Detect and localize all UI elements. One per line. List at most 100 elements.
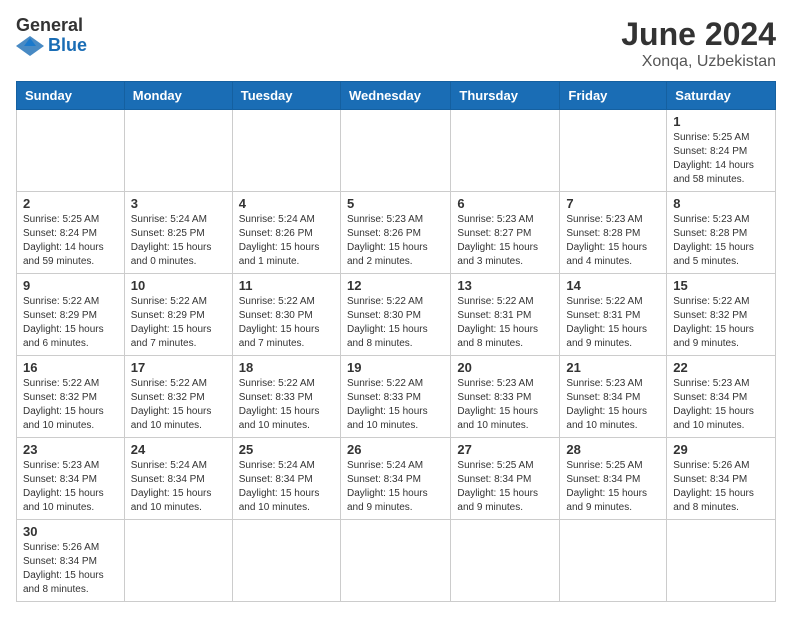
table-row: 13 Sunrise: 5:22 AM Sunset: 8:31 PM Dayli… xyxy=(451,274,560,356)
table-row: 9Sunrise: 5:22 AM Sunset: 8:29 PM Daylig… xyxy=(17,274,125,356)
day-info: Sunrise: 5:23 AM Sunset: 8:26 PM Dayligh… xyxy=(347,213,444,269)
day-info: Sunrise: 5:25 AM Sunset: 8:24 PM Dayligh… xyxy=(673,131,769,187)
calendar-week-row: 23 Sunrise: 5:23 AM Sunset: 8:34 PM Dayli… xyxy=(17,438,776,520)
day-info: Sunrise: 5:24 AM Sunset: 8:34 PM Dayligh… xyxy=(239,459,334,515)
day-number: 20 xyxy=(457,360,553,375)
table-row: 24Sunrise: 5:24 AM Sunset: 8:34 PM Dayli… xyxy=(124,438,232,520)
day-number: 28 xyxy=(566,442,660,457)
table-row: 8 Sunrise: 5:23 AM Sunset: 8:28 PM Daylig… xyxy=(667,192,776,274)
table-row: 16 Sunrise: 5:22 AM Sunset: 8:32 PM Dayli… xyxy=(17,356,125,438)
day-number: 2 xyxy=(23,196,118,211)
table-row xyxy=(560,110,667,192)
table-row: 11 Sunrise: 5:22 AM Sunset: 8:30 PM Dayli… xyxy=(232,274,340,356)
table-row xyxy=(340,520,450,602)
day-info: Sunrise: 5:25 AM Sunset: 8:34 PM Dayligh… xyxy=(457,459,553,515)
day-number: 21 xyxy=(566,360,660,375)
day-number: 23 xyxy=(23,442,118,457)
day-info: Sunrise: 5:22 AM Sunset: 8:30 PM Dayligh… xyxy=(239,295,334,351)
table-row: 30 Sunrise: 5:26 AM Sunset: 8:34 PM Dayli… xyxy=(17,520,125,602)
table-row: 15 Sunrise: 5:22 AM Sunset: 8:32 PM Dayli… xyxy=(667,274,776,356)
table-row: 22 Sunrise: 5:23 AM Sunset: 8:34 PM Dayli… xyxy=(667,356,776,438)
col-wednesday: Wednesday xyxy=(340,82,450,110)
table-row: 7Sunrise: 5:23 AM Sunset: 8:28 PM Daylig… xyxy=(560,192,667,274)
table-row: 23 Sunrise: 5:23 AM Sunset: 8:34 PM Dayli… xyxy=(17,438,125,520)
calendar-header-row: Sunday Monday Tuesday Wednesday Thursday… xyxy=(17,82,776,110)
day-number: 15 xyxy=(673,278,769,293)
day-info: Sunrise: 5:24 AM Sunset: 8:25 PM Dayligh… xyxy=(131,213,226,269)
table-row xyxy=(560,520,667,602)
table-row xyxy=(667,520,776,602)
day-number: 11 xyxy=(239,278,334,293)
col-sunday: Sunday xyxy=(17,82,125,110)
day-number: 8 xyxy=(673,196,769,211)
day-info: Sunrise: 5:23 AM Sunset: 8:28 PM Dayligh… xyxy=(673,213,769,269)
table-row: 19 Sunrise: 5:22 AM Sunset: 8:33 PM Dayli… xyxy=(340,356,450,438)
day-number: 17 xyxy=(131,360,226,375)
day-info: Sunrise: 5:26 AM Sunset: 8:34 PM Dayligh… xyxy=(23,541,118,597)
table-row: 2 Sunrise: 5:25 AM Sunset: 8:24 PM Daylig… xyxy=(17,192,125,274)
calendar-week-row: 30 Sunrise: 5:26 AM Sunset: 8:34 PM Dayli… xyxy=(17,520,776,602)
day-number: 22 xyxy=(673,360,769,375)
table-row: 27 Sunrise: 5:25 AM Sunset: 8:34 PM Dayli… xyxy=(451,438,560,520)
day-number: 19 xyxy=(347,360,444,375)
table-row: 4 Sunrise: 5:24 AM Sunset: 8:26 PM Daylig… xyxy=(232,192,340,274)
day-number: 18 xyxy=(239,360,334,375)
table-row: 28Sunrise: 5:25 AM Sunset: 8:34 PM Dayli… xyxy=(560,438,667,520)
table-row: 14Sunrise: 5:22 AM Sunset: 8:31 PM Dayli… xyxy=(560,274,667,356)
day-info: Sunrise: 5:23 AM Sunset: 8:34 PM Dayligh… xyxy=(23,459,118,515)
day-info: Sunrise: 5:22 AM Sunset: 8:32 PM Dayligh… xyxy=(673,295,769,351)
day-info: Sunrise: 5:23 AM Sunset: 8:27 PM Dayligh… xyxy=(457,213,553,269)
table-row: 21 Sunrise: 5:23 AM Sunset: 8:34 PM Dayli… xyxy=(560,356,667,438)
calendar-week-row: 16 Sunrise: 5:22 AM Sunset: 8:32 PM Dayli… xyxy=(17,356,776,438)
day-info: Sunrise: 5:23 AM Sunset: 8:28 PM Dayligh… xyxy=(566,213,660,269)
table-row: 25 Sunrise: 5:24 AM Sunset: 8:34 PM Dayli… xyxy=(232,438,340,520)
table-row: 3Sunrise: 5:24 AM Sunset: 8:25 PM Daylig… xyxy=(124,192,232,274)
day-number: 13 xyxy=(457,278,553,293)
day-info: Sunrise: 5:22 AM Sunset: 8:32 PM Dayligh… xyxy=(23,377,118,433)
table-row: 6Sunrise: 5:23 AM Sunset: 8:27 PM Daylig… xyxy=(451,192,560,274)
day-number: 4 xyxy=(239,196,334,211)
table-row: 12Sunrise: 5:22 AM Sunset: 8:30 PM Dayli… xyxy=(340,274,450,356)
table-row xyxy=(17,110,125,192)
day-number: 27 xyxy=(457,442,553,457)
day-info: Sunrise: 5:22 AM Sunset: 8:33 PM Dayligh… xyxy=(347,377,444,433)
day-number: 5 xyxy=(347,196,444,211)
day-info: Sunrise: 5:23 AM Sunset: 8:34 PM Dayligh… xyxy=(673,377,769,433)
table-row xyxy=(451,520,560,602)
table-row xyxy=(340,110,450,192)
table-row xyxy=(124,520,232,602)
table-row: 1 Sunrise: 5:25 AM Sunset: 8:24 PM Daylig… xyxy=(667,110,776,192)
day-number: 26 xyxy=(347,442,444,457)
table-row xyxy=(451,110,560,192)
calendar-week-row: 2 Sunrise: 5:25 AM Sunset: 8:24 PM Daylig… xyxy=(17,192,776,274)
title-area: June 2024 Xonqa, Uzbekistan xyxy=(621,16,776,71)
calendar-week-row: 1 Sunrise: 5:25 AM Sunset: 8:24 PM Daylig… xyxy=(17,110,776,192)
day-info: Sunrise: 5:24 AM Sunset: 8:34 PM Dayligh… xyxy=(347,459,444,515)
table-row: 29Sunrise: 5:26 AM Sunset: 8:34 PM Dayli… xyxy=(667,438,776,520)
day-info: Sunrise: 5:24 AM Sunset: 8:26 PM Dayligh… xyxy=(239,213,334,269)
table-row xyxy=(124,110,232,192)
day-number: 25 xyxy=(239,442,334,457)
page-header: General Blue June 2024 Xonqa, Uzbekistan xyxy=(16,16,776,71)
day-number: 29 xyxy=(673,442,769,457)
day-info: Sunrise: 5:22 AM Sunset: 8:32 PM Dayligh… xyxy=(131,377,226,433)
day-info: Sunrise: 5:22 AM Sunset: 8:33 PM Dayligh… xyxy=(239,377,334,433)
calendar-week-row: 9Sunrise: 5:22 AM Sunset: 8:29 PM Daylig… xyxy=(17,274,776,356)
day-info: Sunrise: 5:24 AM Sunset: 8:34 PM Dayligh… xyxy=(131,459,226,515)
calendar-table: Sunday Monday Tuesday Wednesday Thursday… xyxy=(16,81,776,602)
day-number: 30 xyxy=(23,524,118,539)
calendar-subtitle: Xonqa, Uzbekistan xyxy=(621,53,776,71)
day-number: 16 xyxy=(23,360,118,375)
table-row: 10Sunrise: 5:22 AM Sunset: 8:29 PM Dayli… xyxy=(124,274,232,356)
day-info: Sunrise: 5:22 AM Sunset: 8:31 PM Dayligh… xyxy=(566,295,660,351)
day-info: Sunrise: 5:23 AM Sunset: 8:33 PM Dayligh… xyxy=(457,377,553,433)
day-number: 1 xyxy=(673,114,769,129)
day-info: Sunrise: 5:22 AM Sunset: 8:29 PM Dayligh… xyxy=(131,295,226,351)
table-row: 26 Sunrise: 5:24 AM Sunset: 8:34 PM Dayli… xyxy=(340,438,450,520)
day-info: Sunrise: 5:22 AM Sunset: 8:31 PM Dayligh… xyxy=(457,295,553,351)
day-info: Sunrise: 5:25 AM Sunset: 8:24 PM Dayligh… xyxy=(23,213,118,269)
day-info: Sunrise: 5:23 AM Sunset: 8:34 PM Dayligh… xyxy=(566,377,660,433)
table-row: 18 Sunrise: 5:22 AM Sunset: 8:33 PM Dayli… xyxy=(232,356,340,438)
day-info: Sunrise: 5:22 AM Sunset: 8:30 PM Dayligh… xyxy=(347,295,444,351)
col-monday: Monday xyxy=(124,82,232,110)
